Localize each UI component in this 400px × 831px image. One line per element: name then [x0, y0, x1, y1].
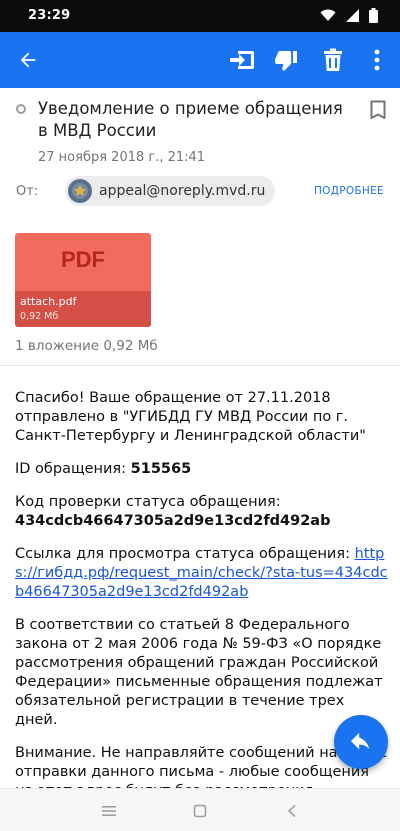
emblem-icon	[72, 183, 88, 199]
thumbs-down-icon	[275, 51, 297, 71]
more-button[interactable]	[359, 42, 395, 78]
bookmark-button[interactable]	[370, 100, 386, 124]
home-button[interactable]	[188, 799, 212, 823]
status-time: 23:29	[28, 8, 71, 23]
move-to-folder-icon	[230, 51, 254, 69]
sender-avatar	[68, 179, 92, 203]
back-button[interactable]	[10, 42, 46, 78]
attachment-type-label: PDF	[61, 247, 105, 272]
battery-icon	[369, 8, 378, 23]
wifi-icon	[320, 9, 336, 21]
unread-toggle[interactable]	[16, 104, 26, 114]
system-nav-bar	[0, 788, 400, 831]
sender-chip[interactable]: appeal@noreply.mvd.ru	[65, 176, 276, 206]
trash-icon	[324, 48, 342, 71]
signal-icon	[346, 9, 359, 22]
more-vert-icon	[374, 49, 380, 71]
back-icon	[287, 804, 296, 818]
from-label: От:	[16, 184, 39, 199]
body-paragraph-id: ID обращения: 515565	[15, 460, 390, 479]
recents-button[interactable]	[97, 799, 121, 823]
nav-back-button[interactable]	[280, 799, 304, 823]
sender-email: appeal@noreply.mvd.ru	[99, 183, 266, 199]
reply-icon	[350, 732, 370, 750]
attachment-footer: attach.pdf 0,92 Мб	[15, 291, 151, 327]
bookmark-icon	[370, 100, 386, 119]
delete-button[interactable]	[315, 42, 351, 78]
menu-icon	[102, 806, 116, 816]
link-label: Ссылка для просмотра статуса обращения:	[15, 546, 355, 562]
status-icons	[320, 8, 378, 23]
code-value: 434cdcb46647305a2d9e13cd2fd492ab	[15, 513, 331, 529]
attachment-tile[interactable]: PDF attach.pdf 0,92 Мб	[15, 233, 151, 327]
body-paragraph-code: Код проверки статуса обращения: 434cdcb46…	[15, 493, 390, 531]
id-label: ID обращения:	[15, 461, 131, 477]
message-body: Спасибо! Ваше обращение от 27.11.2018 от…	[15, 389, 390, 831]
status-bar: 23:29	[0, 0, 400, 32]
details-link[interactable]: ПОДРОБНЕЕ	[314, 185, 384, 197]
back-arrow-icon	[20, 52, 36, 68]
attachment-name: attach.pdf	[20, 295, 77, 308]
attachments-summary: 1 вложение 0,92 Мб	[15, 338, 158, 354]
body-paragraph-link: Ссылка для просмотра статуса обращения: …	[15, 545, 390, 602]
id-value: 515565	[130, 461, 192, 477]
message-subject: Уведомление о приеме обращения в МВД Рос…	[38, 99, 343, 140]
message-date: 27 ноября 2018 г., 21:41	[38, 150, 206, 165]
body-paragraph-thanks: Спасибо! Ваше обращение от 27.11.2018 от…	[15, 390, 366, 444]
attachment-size: 0,92 Мб	[20, 311, 59, 322]
reply-button[interactable]	[334, 715, 388, 769]
divider	[0, 365, 400, 366]
home-icon	[193, 804, 207, 818]
code-label: Код проверки статуса обращения:	[15, 494, 281, 510]
move-to-folder-button[interactable]	[224, 42, 260, 78]
spam-button[interactable]	[268, 42, 304, 78]
body-paragraph-law: В соответствии со статьей 8 Федерального…	[15, 617, 383, 728]
toolbar	[0, 32, 400, 88]
